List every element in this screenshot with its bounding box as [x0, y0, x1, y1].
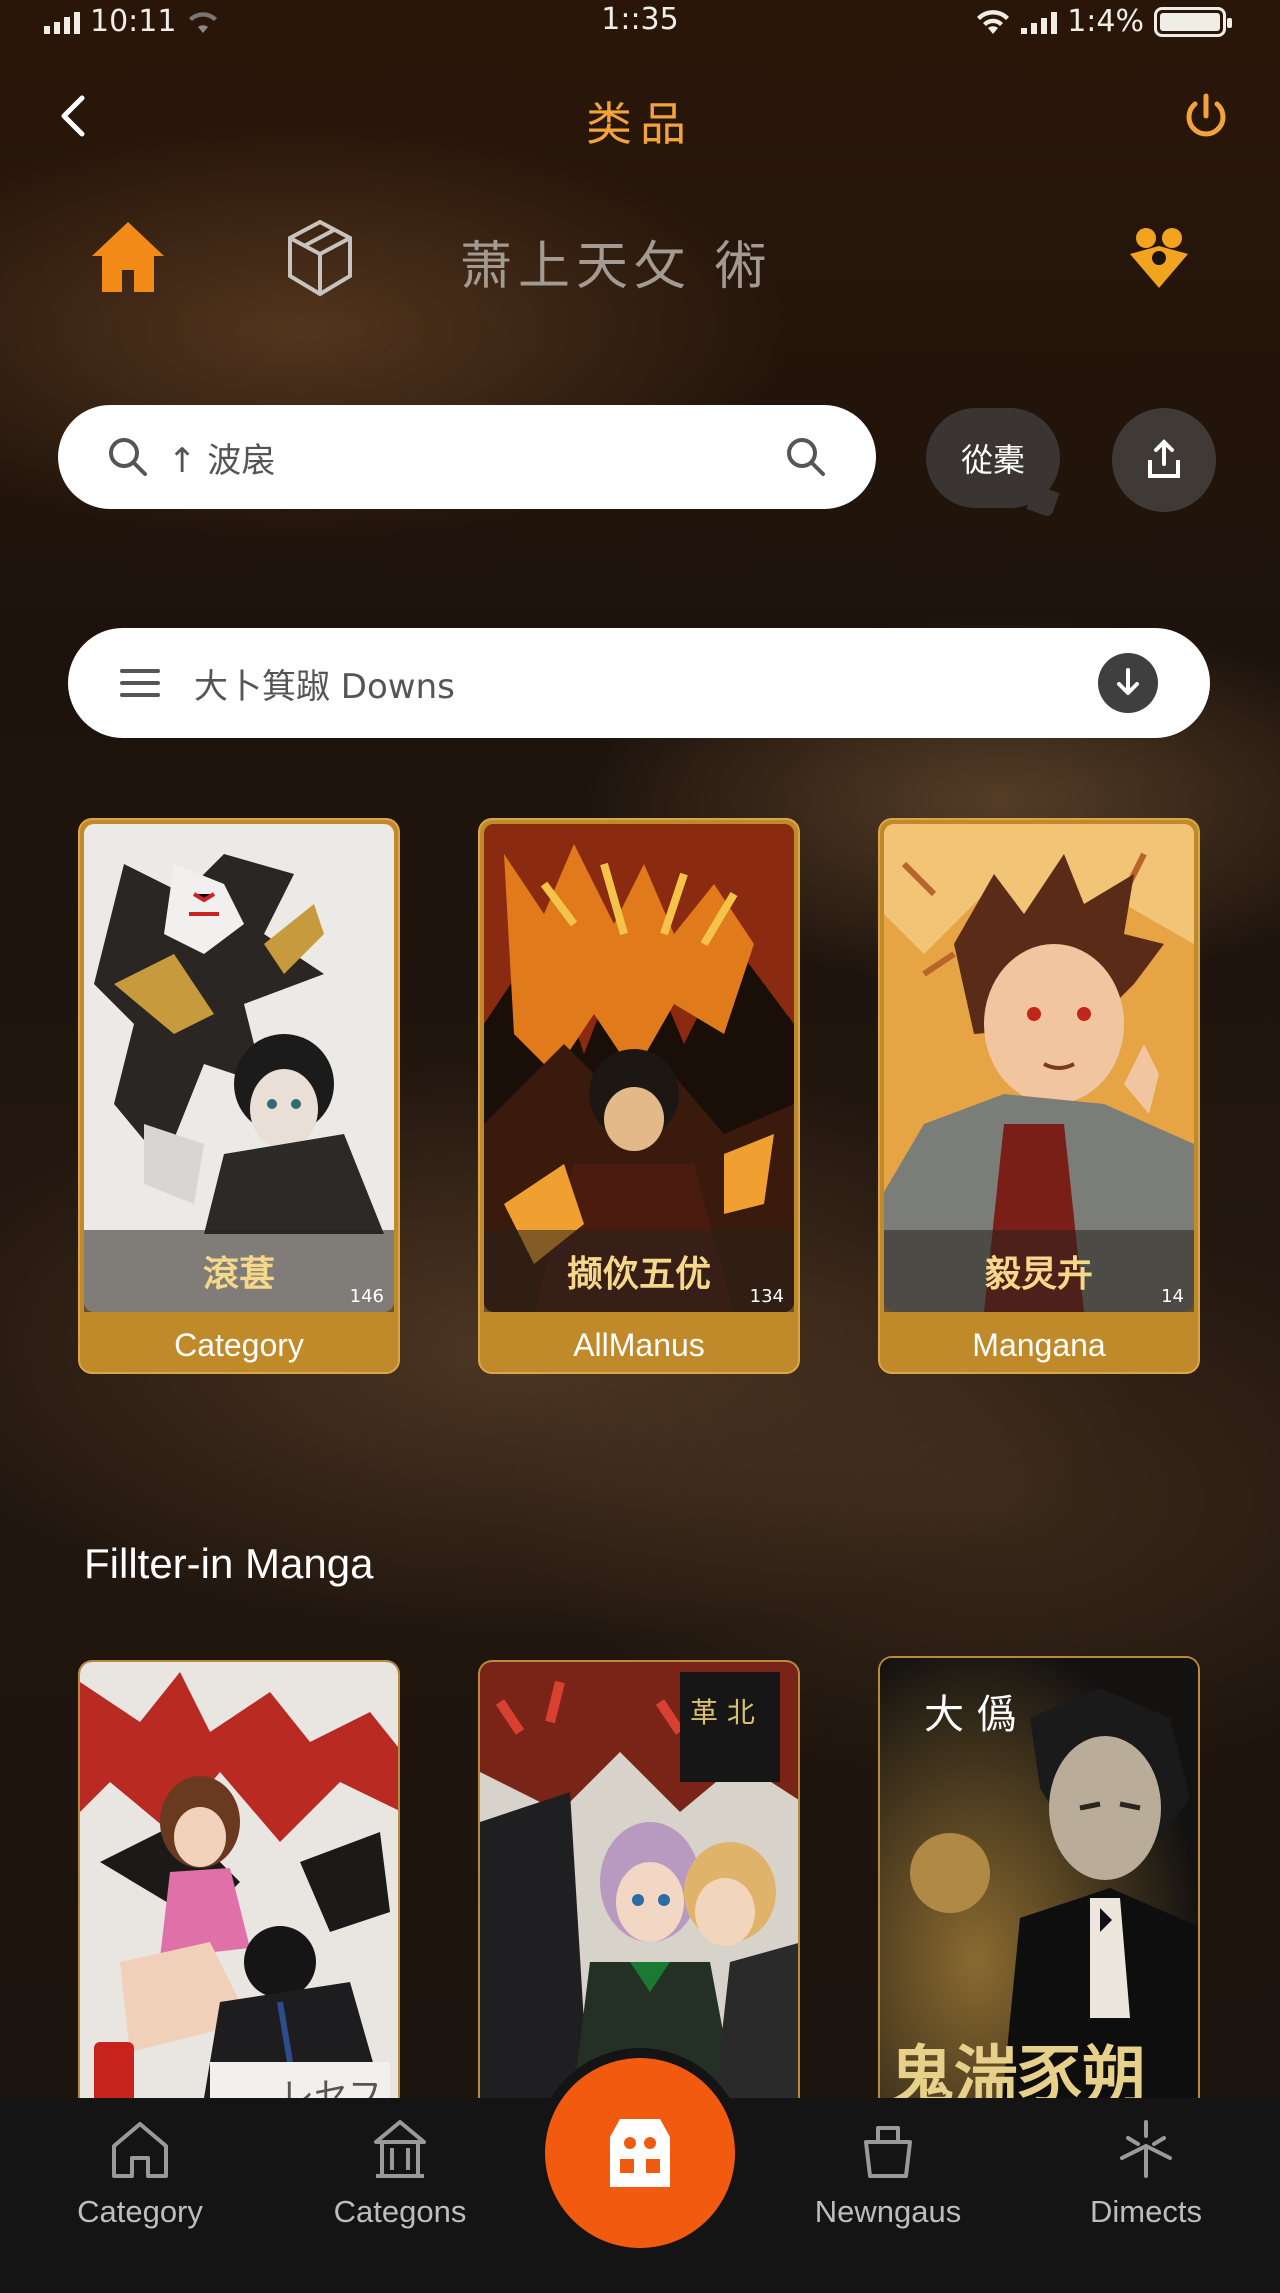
cube-icon[interactable] [284, 218, 356, 298]
card-label: AllManus [573, 1326, 705, 1363]
card-overlay-title: 毅炅卉 [884, 1230, 1194, 1312]
group-icon[interactable] [1126, 224, 1192, 290]
tab-newngaus[interactable]: Newngaus [788, 2118, 988, 2230]
tab-label: Dimects [1090, 2194, 1202, 2229]
store-fab-button[interactable] [545, 2058, 735, 2248]
category-card[interactable]: 滾葚 146 Category [78, 818, 400, 1374]
download-icon[interactable] [1098, 653, 1158, 713]
bag-icon [864, 2126, 912, 2178]
share-icon [1148, 439, 1180, 478]
chat-button[interactable]: 從橐 [926, 408, 1060, 508]
nav-title: 萧上天攵 術 [460, 237, 773, 297]
card-overlay-title: 撷佽五优 [484, 1230, 794, 1312]
tab-label: Category [77, 2194, 203, 2229]
search-icon [109, 438, 147, 476]
home-outline-icon [112, 2122, 168, 2178]
temple-icon [374, 2120, 426, 2178]
tab-label: Newngaus [814, 2194, 962, 2229]
card-count: 146 [349, 1286, 384, 1307]
cover-image: 大 僞 鬼湍豕朔 [880, 1658, 1198, 2116]
chat-label: 從橐 [960, 441, 1025, 479]
card-count: 134 [749, 1286, 784, 1307]
power-icon[interactable] [1180, 90, 1232, 142]
manga-card[interactable]: 大 僞 鬼湍豕朔 [878, 1656, 1200, 2116]
status-bar: 10:11 1::35 1:4% [0, 0, 1280, 46]
store-icon [610, 2119, 670, 2187]
battery-icon [1154, 6, 1232, 37]
search-icon[interactable] [784, 435, 828, 479]
card-overlay-title: 滾葚 [84, 1230, 394, 1312]
card-label: Category [174, 1326, 304, 1363]
manga-caption: 革 北 [690, 1696, 755, 1729]
sparkle-icon [1120, 2120, 1172, 2178]
battery-percent: 1:4% [1067, 4, 1144, 39]
card-count: 14 [1161, 1286, 1184, 1307]
tab-category[interactable]: Category [40, 2118, 240, 2230]
manga-caption: 大 僞 [924, 1692, 1017, 1738]
card-label: Mangana [972, 1326, 1106, 1363]
tab-dimects[interactable]: Dimects [1046, 2118, 1246, 2230]
cover-image: レセフ [80, 1662, 398, 2120]
tab-label: Categons [333, 2194, 467, 2229]
search-query: ↑ 波扆 [168, 440, 276, 481]
menu-icon [120, 669, 160, 697]
manga-card[interactable]: レセフ [78, 1660, 400, 2120]
tab-categons[interactable]: Categons [300, 2118, 500, 2230]
downloads-select[interactable]: 大卜箕踧 Downs [68, 628, 1210, 738]
dropdown-value: 大卜箕踧 Downs [194, 666, 455, 707]
category-card[interactable]: 毅炅卉 14 Mangana [878, 818, 1200, 1374]
signal-icon [1021, 10, 1058, 34]
page-title: 类品 [586, 97, 694, 151]
search-input[interactable]: ↑ 波扆 [58, 405, 876, 509]
category-card[interactable]: 撷佽五优 134 AllManus [478, 818, 800, 1374]
section-title: Fillter-in Manga [84, 1540, 374, 1587]
wifi-icon [977, 9, 1010, 34]
share-button[interactable] [1112, 408, 1216, 512]
home-icon[interactable] [88, 218, 168, 296]
